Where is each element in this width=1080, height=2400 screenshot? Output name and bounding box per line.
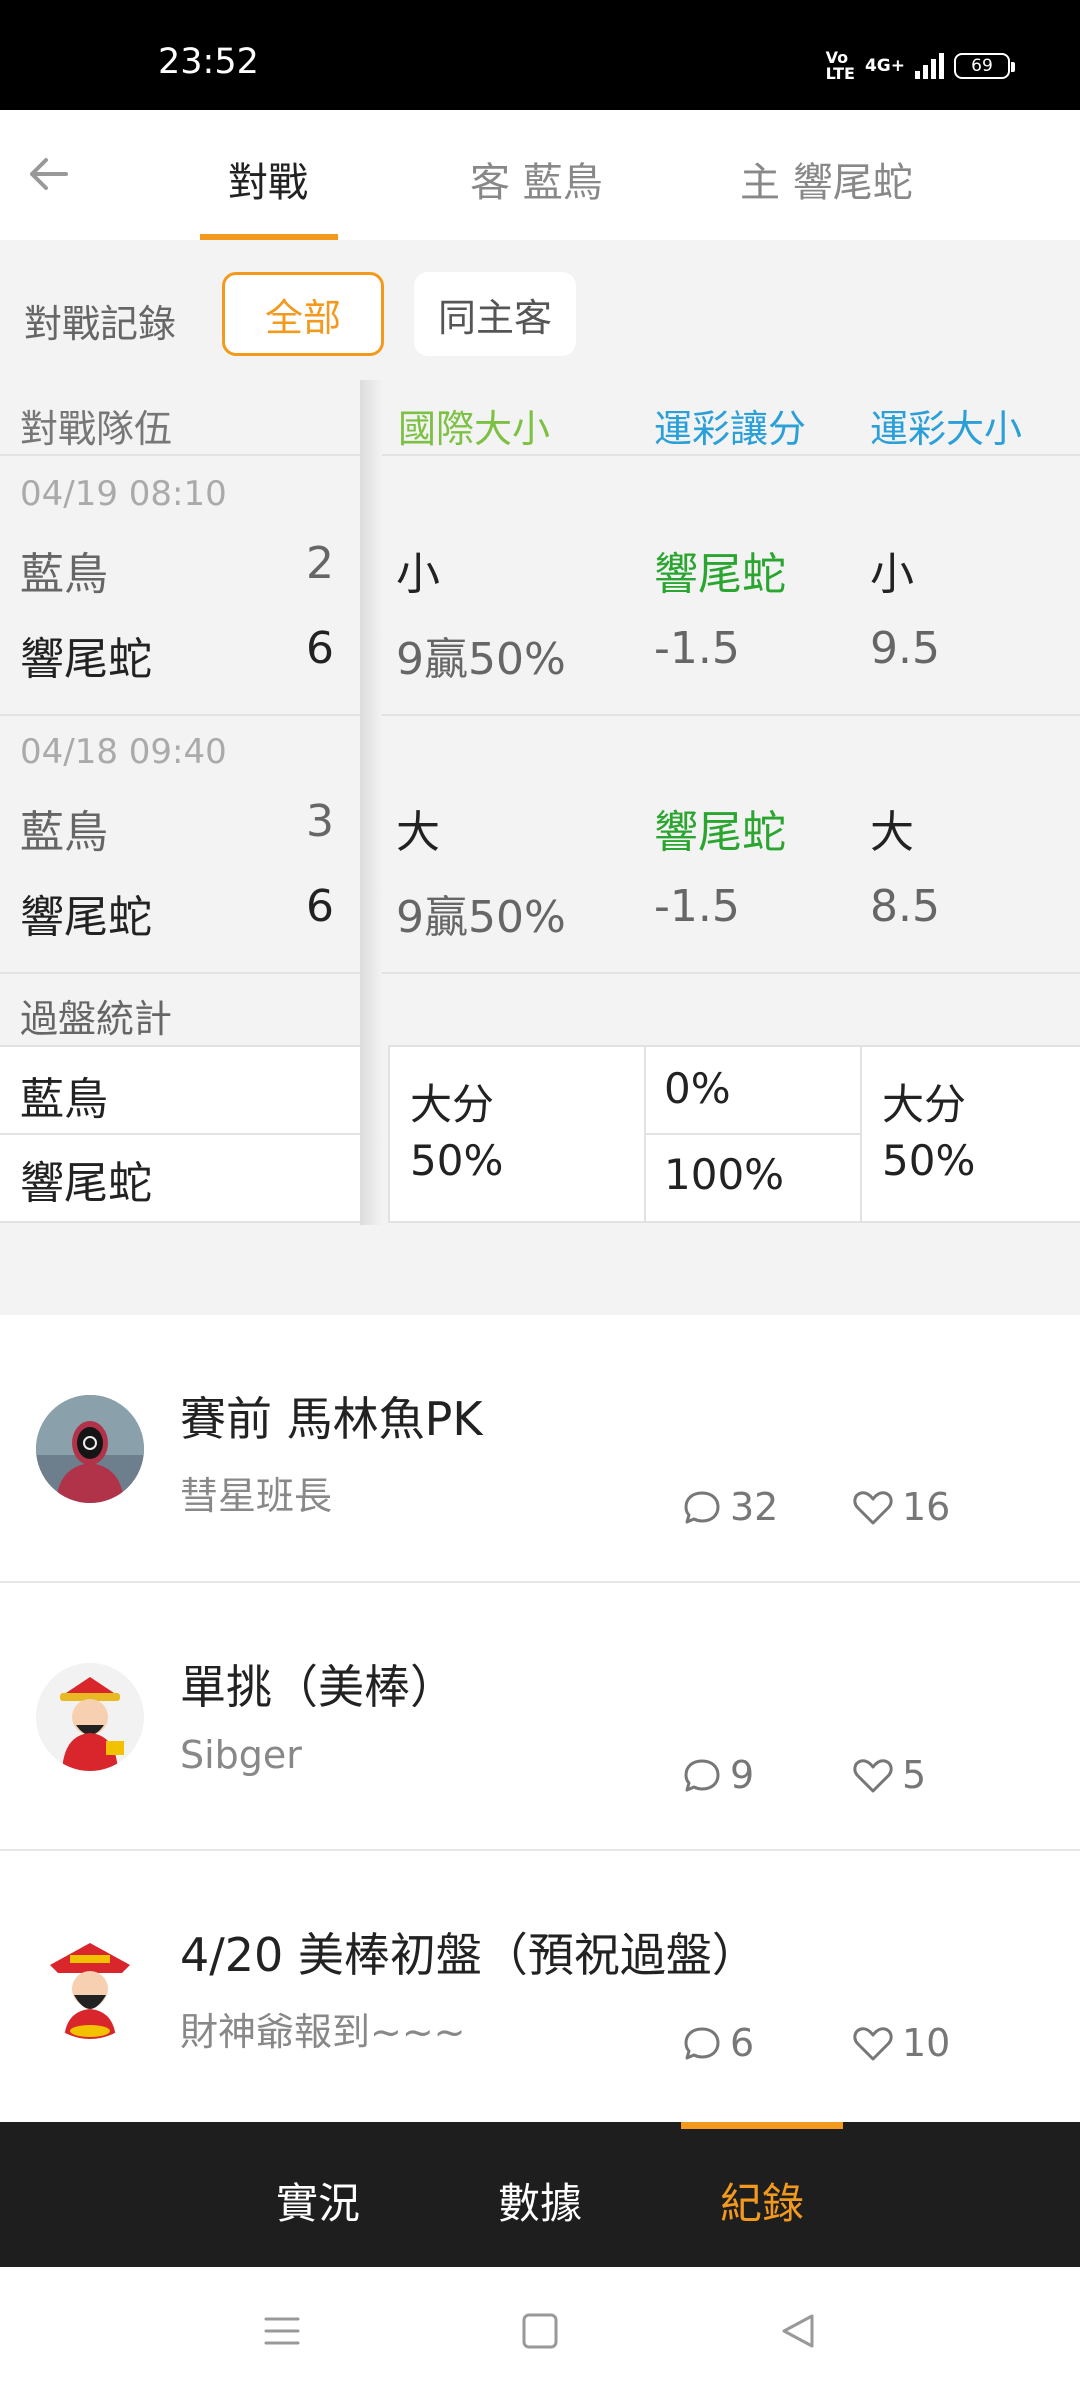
signal-icon xyxy=(915,53,944,79)
heart-icon xyxy=(853,1491,893,1525)
total-value: 8.5 xyxy=(870,881,940,932)
filter-same-venue-button[interactable]: 同主客 xyxy=(414,272,576,356)
tab-home-team[interactable]: 主 響尾蛇 xyxy=(740,150,913,208)
post-title: 單挑（美棒） xyxy=(180,1660,456,1714)
header-intl-total: 國際大小 xyxy=(398,407,551,451)
heart-icon xyxy=(853,1759,893,1793)
comment-count: 6 xyxy=(682,2021,754,2065)
nav-data[interactable]: 數據 xyxy=(498,2170,582,2231)
fortune-god-avatar xyxy=(36,1931,144,2039)
stats-away-team: 藍鳥 xyxy=(20,1074,108,1125)
active-nav-indicator xyxy=(681,2122,843,2129)
table-row[interactable]: 04/19 08:10 藍鳥 2 響尾蛇 6 小 9贏50% 響尾蛇 -1.5 … xyxy=(0,458,1080,716)
back-arrow-icon[interactable] xyxy=(22,148,74,200)
stats-intl-pct: 50% xyxy=(410,1136,504,1185)
stats-title: 過盤統計 xyxy=(20,997,173,1041)
intl-detail: 9贏50% xyxy=(396,634,566,685)
table-row[interactable]: 04/18 09:40 藍鳥 3 響尾蛇 6 大 9贏50% 響尾蛇 -1.5 … xyxy=(0,716,1080,974)
away-score: 3 xyxy=(306,796,334,847)
menu-icon[interactable] xyxy=(262,2311,302,2351)
heart-icon xyxy=(853,2027,893,2061)
home-score: 6 xyxy=(306,881,334,932)
like-count[interactable]: 5 xyxy=(852,1753,926,1797)
spread-value: -1.5 xyxy=(654,623,740,674)
system-nav-bar xyxy=(0,2267,1080,2400)
header-teams: 對戰隊伍 xyxy=(20,407,173,451)
list-item[interactable]: 單挑（美棒） Sibger 9 5 xyxy=(0,1583,1080,1851)
battery-icon: 69 xyxy=(954,53,1015,79)
away-score: 2 xyxy=(306,538,334,589)
spread-result: 響尾蛇 xyxy=(654,549,786,600)
masked-figure-avatar xyxy=(36,1395,144,1503)
comment-count: 32 xyxy=(682,1485,778,1529)
nav-records[interactable]: 紀錄 xyxy=(720,2170,804,2231)
match-date: 04/19 08:10 xyxy=(20,474,227,514)
post-author: 彗星班長 xyxy=(180,1474,333,1518)
comment-count: 9 xyxy=(682,1753,754,1797)
frozen-column-shadow xyxy=(360,380,382,1225)
home-team: 響尾蛇 xyxy=(20,892,152,943)
stats-home-team: 響尾蛇 xyxy=(20,1158,152,1209)
nav-live[interactable]: 實況 xyxy=(276,2170,360,2231)
volte-indicator: Vo LTE xyxy=(825,48,855,83)
comment-icon xyxy=(684,1759,720,1792)
status-bar: 23:52 Vo LTE 4G+ 69 xyxy=(0,0,1080,110)
like-count[interactable]: 16 xyxy=(852,1485,950,1529)
home-score: 6 xyxy=(306,623,334,674)
spread-result: 響尾蛇 xyxy=(654,807,786,858)
like-count[interactable]: 10 xyxy=(852,2021,950,2065)
status-time: 23:52 xyxy=(158,42,259,82)
filter-all-button[interactable]: 全部 xyxy=(222,272,384,356)
header-lottery-total: 運彩大小 xyxy=(870,407,1023,451)
post-title: 4/20 美棒初盤（預祝過盤） xyxy=(180,1928,758,1982)
list-item[interactable]: 賽前 馬林魚PK 彗星班長 32 16 xyxy=(0,1315,1080,1583)
stats-total-cell: 大分 50% xyxy=(862,1045,1080,1223)
stats-total-pct: 50% xyxy=(882,1136,976,1185)
home-team: 響尾蛇 xyxy=(20,634,152,685)
intl-result: 大 xyxy=(396,807,440,858)
total-value: 9.5 xyxy=(870,623,940,674)
home-icon[interactable] xyxy=(520,2311,560,2351)
filter-label: 對戰記錄 xyxy=(24,302,177,346)
away-team: 藍鳥 xyxy=(20,807,108,858)
stats-intl-cell: 大分 50% xyxy=(388,1045,646,1223)
stats-total-label: 大分 xyxy=(882,1080,967,1129)
total-result: 小 xyxy=(870,549,914,600)
post-author: Sibger xyxy=(180,1733,302,1777)
tab-away-team[interactable]: 客 藍鳥 xyxy=(470,150,603,208)
stats-intl-label: 大分 xyxy=(410,1080,495,1129)
status-icons: Vo LTE 4G+ 69 xyxy=(825,48,1015,83)
tab-matchup[interactable]: 對戰 xyxy=(228,150,308,208)
comment-icon xyxy=(684,1491,720,1524)
table-header: 對戰隊伍 國際大小 運彩讓分 運彩大小 xyxy=(0,380,1080,456)
header: 對戰 客 藍鳥 主 響尾蛇 xyxy=(0,110,1080,240)
network-type: 4G+ xyxy=(864,56,905,76)
list-item[interactable]: 4/20 美棒初盤（預祝過盤） 財神爺報到~~~ 6 10 xyxy=(0,1851,1080,2122)
post-title: 賽前 馬林魚PK xyxy=(180,1392,483,1446)
spread-value: -1.5 xyxy=(654,881,740,932)
back-triangle-icon[interactable] xyxy=(778,2311,818,2351)
comment-icon xyxy=(684,2027,720,2060)
total-result: 大 xyxy=(870,807,914,858)
fortune-god-avatar xyxy=(36,1663,144,1771)
stats-spread-away: 0% xyxy=(664,1064,731,1113)
intl-detail: 9贏50% xyxy=(396,892,566,943)
header-lottery-spread: 運彩讓分 xyxy=(654,407,807,451)
intl-result: 小 xyxy=(396,549,440,600)
post-author: 財神爺報到~~~ xyxy=(180,2010,466,2054)
match-date: 04/18 09:40 xyxy=(20,732,227,772)
away-team: 藍鳥 xyxy=(20,549,108,600)
stats-teams-cell: 藍鳥 響尾蛇 xyxy=(0,1045,382,1223)
stats-spread-home: 100% xyxy=(664,1150,785,1199)
stats-spread-cell: 0% 100% xyxy=(646,1045,862,1223)
